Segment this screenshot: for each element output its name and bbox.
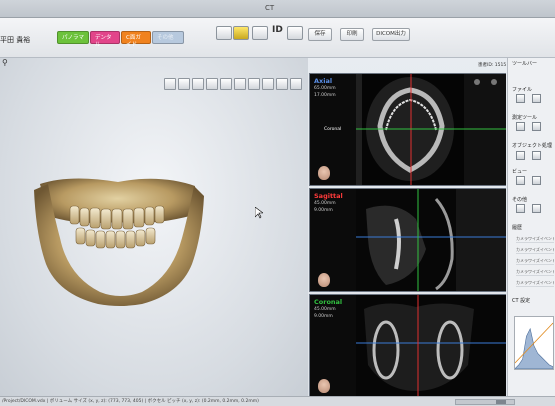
scroll-thumb[interactable] — [496, 400, 506, 404]
jaw-3d-render — [34, 178, 204, 306]
dental-mode-button[interactable]: デンタル — [90, 31, 120, 48]
ct-setting-title: CT 設定 — [512, 298, 531, 304]
tool-icon[interactable] — [206, 78, 218, 90]
history-item[interactable]: カメラワイズイベント — [516, 234, 554, 243]
history-item[interactable]: カメラワイズイベント — [516, 245, 554, 254]
image-list-icon[interactable] — [287, 26, 303, 40]
horizontal-scrollbar[interactable] — [455, 399, 515, 405]
ct-histogram[interactable] — [514, 316, 554, 370]
object-section-title: オブジェクト処理 — [512, 143, 553, 149]
3d-volume-view[interactable]: ⚲ — [0, 58, 308, 396]
save-button[interactable]: 保存 — [308, 28, 332, 41]
main-toolbar: 平田 貴裕 パノラマ デンタル C面ガイド その他 ID 保存 印刷 DICOM… — [0, 18, 555, 58]
zoom-icon[interactable] — [516, 176, 525, 185]
mouse-cursor-icon — [255, 207, 263, 219]
tool-icon[interactable] — [290, 78, 302, 90]
save-file-icon[interactable] — [532, 94, 541, 103]
dicom-export-button[interactable]: DICOM出力 — [372, 28, 410, 41]
coronal-image — [356, 295, 506, 396]
head-orientation-icon — [318, 273, 330, 287]
file-section-title: ファイル — [512, 87, 533, 93]
axial-slice-panel[interactable]: Axial 65.00mm 17.00mm Coronal — [309, 73, 506, 186]
sagittal-info: Sagittal 45.00mm 9.00mm — [310, 189, 356, 291]
measure-section-title: 測定ツール — [512, 115, 538, 121]
tool-icon[interactable] — [164, 78, 176, 90]
sagittal-value-2: 9.00mm — [314, 208, 333, 213]
history-item[interactable]: カメラワイズイベント — [516, 256, 554, 265]
coronal-value-1: 45.00mm — [314, 307, 336, 312]
toolbar-panel-title: ツールバー — [512, 61, 538, 67]
help-icon[interactable] — [532, 204, 541, 213]
axial-title: Axial — [314, 77, 333, 85]
coronal-slice-panel[interactable]: Coronal 45.00mm 9.00mm — [309, 294, 506, 397]
sagittal-title: Sagittal — [314, 192, 343, 200]
angle-icon[interactable] — [532, 122, 541, 131]
axial-coronal-tag: Coronal — [324, 127, 342, 132]
axial-info: Axial 65.00mm 17.00mm Coronal — [310, 74, 356, 185]
status-text: /Project/DICOM.vdx | ボリューム サイズ (x, y, z)… — [2, 399, 259, 404]
tool-icon[interactable] — [234, 78, 246, 90]
axial-value-2: 17.00mm — [314, 93, 336, 98]
sagittal-value-1: 45.00mm — [314, 201, 336, 206]
tool-icon[interactable] — [248, 78, 260, 90]
tool-icon[interactable] — [262, 78, 274, 90]
status-bar: /Project/DICOM.vdx | ボリューム サイズ (x, y, z)… — [0, 396, 555, 406]
id-icon[interactable]: ID — [272, 25, 283, 35]
cephalo-guide-mode-button[interactable]: C面ガイド — [121, 31, 151, 48]
tool-icon[interactable] — [192, 78, 204, 90]
history-item[interactable]: カメラワイズイベント — [516, 278, 554, 287]
history-item[interactable]: カメラワイズイベント — [516, 267, 554, 276]
pin-icon[interactable]: ⚲ — [2, 58, 8, 67]
brush-icon[interactable] — [516, 151, 525, 160]
history-title: 履歴 — [512, 225, 523, 231]
tool-icon[interactable] — [178, 78, 190, 90]
coronal-value-2: 9.00mm — [314, 314, 333, 319]
eraser-icon[interactable] — [532, 151, 541, 160]
view-section-title: ビュー — [512, 169, 528, 175]
side-tool-panel: ツールバー ファイル 測定ツール オブジェクト処理 ビュー その他 履歴 カメラ… — [507, 58, 555, 396]
other-mode-button[interactable]: その他 — [152, 31, 184, 44]
other-section-title: その他 — [512, 197, 528, 203]
pan-icon[interactable] — [532, 176, 541, 185]
sagittal-slice-panel[interactable]: Sagittal 45.00mm 9.00mm — [309, 188, 506, 292]
title-bar: CT — [0, 0, 555, 18]
patient-name: 平田 貴裕 — [0, 36, 31, 44]
ruler-icon[interactable] — [516, 122, 525, 131]
panorama-mode-button[interactable]: パノラマ — [57, 31, 89, 44]
layout-icon[interactable] — [216, 26, 232, 40]
compare-icon[interactable] — [252, 26, 268, 40]
coronal-info: Coronal 45.00mm 9.00mm — [310, 295, 356, 396]
sagittal-image — [356, 189, 506, 291]
3d-view-toolbar — [164, 78, 302, 90]
print-button[interactable]: 印刷 — [340, 28, 364, 41]
open-file-icon[interactable] — [516, 94, 525, 103]
window-title: CT — [265, 4, 275, 12]
axial-value-1: 65.00mm — [314, 86, 336, 91]
head-orientation-icon — [318, 166, 330, 180]
head-orientation-icon — [318, 379, 330, 393]
coronal-title: Coronal — [314, 298, 343, 306]
tool-icon[interactable] — [276, 78, 288, 90]
axial-image — [356, 74, 506, 185]
tool-icon[interactable] — [220, 78, 232, 90]
ct-viewer-screen: CT 平田 貴裕 パノラマ デンタル C面ガイド その他 ID 保存 印刷 DI… — [0, 0, 555, 406]
settings-icon[interactable] — [516, 204, 525, 213]
active-view-icon[interactable] — [233, 26, 249, 40]
